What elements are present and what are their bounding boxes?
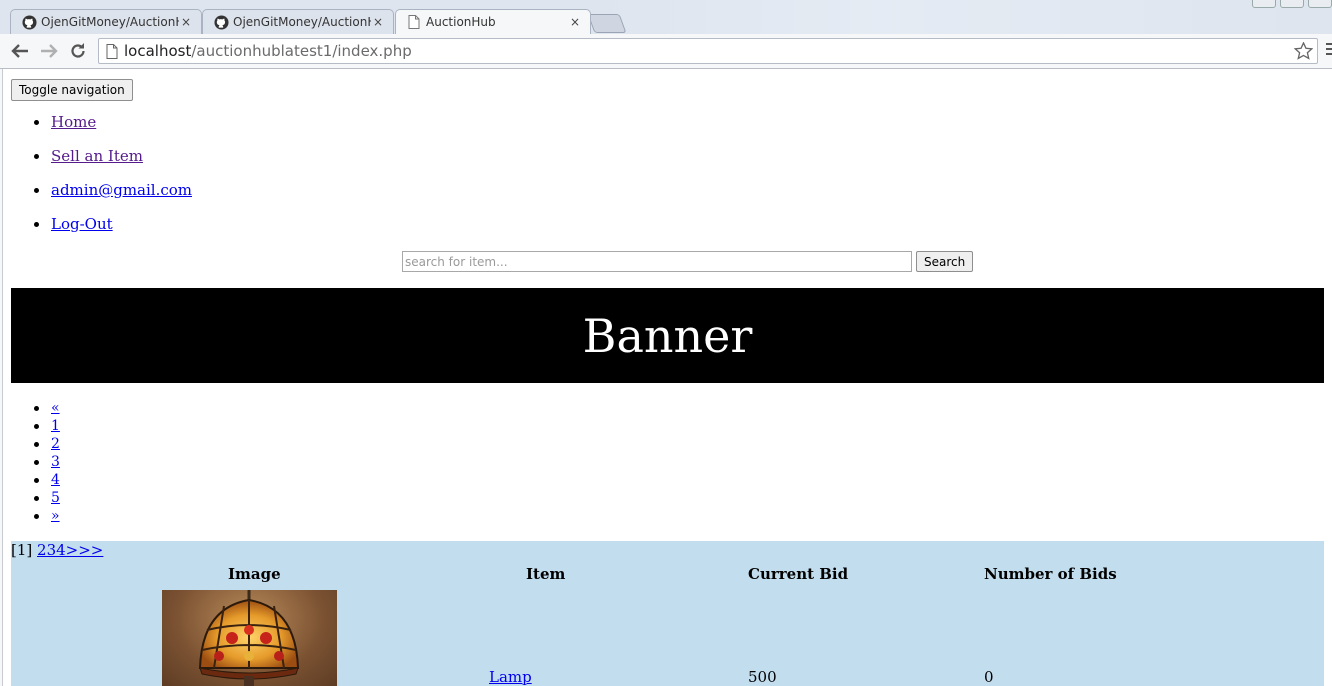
main-nav: Home Sell an Item admin@gmail.com Log-Ou… [33, 113, 192, 249]
reload-icon [71, 43, 85, 58]
nav-link-home[interactable]: Home [51, 113, 96, 131]
pager-item: 1 [34, 417, 60, 435]
menu-icon[interactable] [1326, 43, 1332, 58]
close-icon[interactable]: × [179, 15, 193, 29]
pager-next-link[interactable]: » [51, 508, 60, 524]
browser-toolbar: localhost/auctionhublatest1/index.php [0, 34, 1332, 69]
column-header-number-of-bids: Number of Bids [984, 565, 1117, 583]
pager-page-link[interactable]: 2 [51, 436, 60, 452]
browser-tab-1[interactable]: OjenGitMoney/AuctionHu × [10, 9, 202, 34]
current-bid-cell: 500 [748, 668, 777, 686]
pager-item: 2 [34, 435, 60, 453]
browser-tab-active[interactable]: AuctionHub × [395, 9, 591, 34]
nav-link-logout[interactable]: Log-Out [51, 215, 113, 233]
window-controls [1252, 0, 1332, 8]
search-input[interactable] [402, 251, 912, 272]
back-button[interactable] [10, 41, 30, 61]
nav-item-sell: Sell an Item [33, 147, 192, 181]
minimize-button[interactable] [1280, 0, 1304, 8]
tab-title: OjenGitMoney/AuctionHu [41, 15, 179, 29]
page-icon [406, 14, 422, 30]
nav-item-home: Home [33, 113, 192, 147]
pager-item: « [34, 399, 60, 417]
github-icon [21, 14, 37, 30]
more-pages-link[interactable]: 234>>> [37, 541, 103, 559]
profile-button[interactable] [1252, 0, 1276, 8]
column-header-image: Image [228, 565, 281, 583]
pager-item: » [34, 507, 60, 525]
star-icon[interactable] [1293, 41, 1314, 64]
item-image-lamp[interactable] [162, 590, 337, 686]
url-host: localhost [124, 42, 192, 60]
arrow-left-icon [11, 44, 28, 58]
column-header-item: Item [526, 565, 566, 583]
pagination: « 1 2 3 4 5 » [34, 399, 60, 525]
close-icon[interactable]: × [568, 15, 582, 29]
nav-item-logout: Log-Out [33, 215, 192, 249]
reload-button[interactable] [68, 41, 88, 61]
item-cell: Lamp [489, 668, 532, 686]
tab-title: OjenGitMoney/AuctionHu [233, 15, 371, 29]
page-content: Toggle navigation Home Sell an Item admi… [11, 69, 1324, 686]
listing-table: [1] 234>>> Image Item Current Bid Number… [11, 541, 1324, 686]
pager-item: 5 [34, 489, 60, 507]
github-icon [213, 14, 229, 30]
arrow-right-icon [41, 44, 58, 58]
nav-item-account: admin@gmail.com [33, 181, 192, 215]
url-path: /auctionhublatest1/index.php [191, 42, 412, 60]
browser-tab-2[interactable]: OjenGitMoney/AuctionHu × [202, 9, 394, 34]
search-form: Search [402, 251, 974, 272]
toggle-navigation-button[interactable]: Toggle navigation [11, 79, 133, 101]
tabstrip-background [600, 0, 1300, 34]
forward-button[interactable] [39, 41, 59, 61]
number-of-bids-cell: 0 [984, 668, 994, 686]
address-bar[interactable]: localhost/auctionhublatest1/index.php [98, 38, 1318, 64]
search-button[interactable]: Search [916, 251, 974, 272]
pager-page-link[interactable]: 5 [51, 490, 60, 506]
nav-link-sell-item[interactable]: Sell an Item [51, 147, 143, 165]
tab-strip: OjenGitMoney/AuctionHu × OjenGitMoney/Au… [0, 0, 1332, 34]
window-left-border [0, 69, 3, 686]
banner-text: Banner [582, 308, 753, 363]
new-tab-button[interactable] [587, 14, 627, 33]
tab-title: AuctionHub [426, 15, 496, 29]
pager-item: 4 [34, 471, 60, 489]
page-icon [106, 43, 118, 59]
listing-page-links: [1] 234>>> [11, 541, 103, 559]
current-page-indicator: [1] [11, 541, 33, 559]
column-header-current-bid: Current Bid [748, 565, 849, 583]
nav-link-account-email[interactable]: admin@gmail.com [51, 181, 192, 199]
banner: Banner [11, 288, 1324, 383]
close-icon[interactable]: × [371, 15, 385, 29]
pager-page-link[interactable]: 1 [51, 418, 60, 434]
pager-prev-link[interactable]: « [51, 400, 60, 416]
item-link-lamp[interactable]: Lamp [489, 668, 532, 686]
maximize-button[interactable] [1308, 0, 1332, 8]
pager-page-link[interactable]: 4 [51, 472, 60, 488]
pager-item: 3 [34, 453, 60, 471]
pager-page-link[interactable]: 3 [51, 454, 60, 470]
